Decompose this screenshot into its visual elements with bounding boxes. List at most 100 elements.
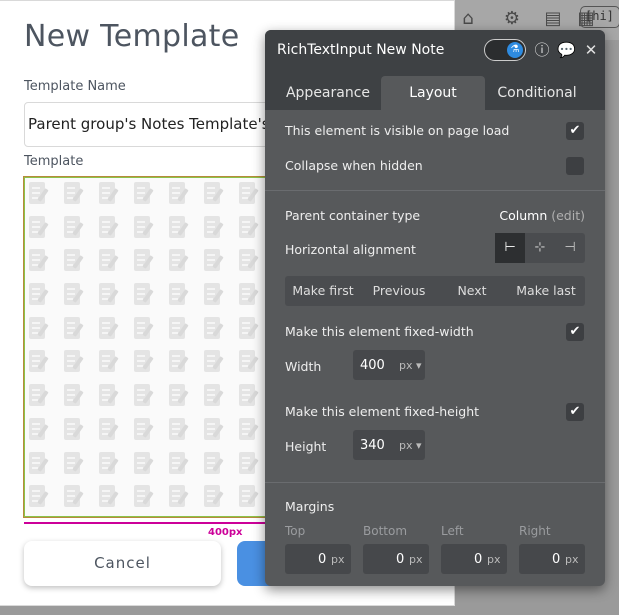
note-placeholder-icon — [204, 485, 228, 511]
parent-container-edit-link[interactable]: (edit) — [551, 208, 585, 223]
margin-top-input[interactable]: 0 px — [285, 544, 351, 574]
note-placeholder-icon — [29, 316, 53, 343]
parent-container-value: Column (edit) — [499, 208, 585, 223]
home-icon[interactable]: ⌂ — [457, 8, 479, 30]
note-placeholder-icon — [64, 350, 88, 376]
align-center-icon[interactable]: ⊹ — [525, 233, 555, 263]
note-placeholder-icon — [169, 316, 193, 343]
note-placeholder-icon — [169, 451, 193, 478]
collapse-when-hidden-checkbox[interactable] — [566, 157, 584, 175]
note-placeholder-icon — [64, 384, 88, 410]
note-placeholder-icon — [99, 485, 123, 511]
note-placeholder-icon — [169, 417, 193, 444]
note-placeholder-icon — [204, 451, 228, 478]
height-unit-select[interactable]: px ▾ — [399, 439, 422, 452]
note-placeholder-icon — [134, 350, 158, 376]
note-placeholder-icon — [64, 215, 88, 242]
note-placeholder-icon — [169, 283, 193, 309]
margin-bottom-unit: px — [409, 553, 423, 566]
note-placeholder-icon — [64, 451, 88, 478]
margin-bottom-input[interactable]: 0 px — [363, 544, 429, 574]
cancel-button[interactable]: Cancel — [24, 541, 221, 586]
flask-icon: ⚗ — [507, 42, 523, 58]
make-last-button[interactable]: Make last — [507, 276, 585, 306]
previous-button[interactable]: Previous — [361, 276, 437, 306]
visible-on-load-checkbox[interactable]: ✔ — [566, 122, 584, 140]
note-placeholder-icon — [134, 182, 158, 208]
note-placeholder-icon — [64, 485, 88, 511]
element-order-bar: Make first Previous Next Make last — [285, 276, 585, 306]
fixed-width-label: Make this element fixed-width — [285, 324, 474, 339]
hint-badge: [hi] — [580, 6, 619, 28]
note-placeholder-icon — [64, 417, 88, 444]
margin-right-input[interactable]: 0 px — [519, 544, 585, 574]
note-placeholder-icon — [169, 182, 193, 208]
align-right-icon[interactable]: ⊣ — [555, 233, 585, 263]
width-input[interactable]: 400 px ▾ — [353, 350, 425, 380]
note-placeholder-icon — [239, 215, 263, 242]
fixed-height-label: Make this element fixed-height — [285, 404, 480, 419]
document-icon[interactable]: ▤ — [542, 8, 564, 30]
height-label: Height — [285, 439, 327, 454]
make-first-button[interactable]: Make first — [285, 276, 361, 306]
rich-text-input-placeholder[interactable] — [23, 176, 277, 518]
note-placeholder-icon — [134, 215, 158, 242]
note-placeholder-icon — [99, 182, 123, 208]
next-button[interactable]: Next — [437, 276, 507, 306]
note-placeholder-icon — [99, 316, 123, 343]
parent-container-label: Parent container type — [285, 208, 421, 223]
gear-icon[interactable]: ⚙ — [501, 8, 523, 30]
debug-toggle[interactable]: ⚗ — [484, 39, 526, 61]
note-placeholder-icon — [204, 182, 228, 208]
note-placeholder-icon — [204, 283, 228, 309]
note-placeholder-icon — [99, 350, 123, 376]
note-placeholder-icon — [204, 215, 228, 242]
margins-label: Margins — [285, 499, 335, 514]
note-placeholder-icon — [64, 316, 88, 343]
tab-layout[interactable]: Layout — [381, 76, 485, 110]
info-icon[interactable]: ⓘ — [533, 41, 551, 59]
note-placeholder-icon — [99, 451, 123, 478]
section-divider — [265, 482, 605, 483]
tab-appearance[interactable]: Appearance — [273, 76, 383, 110]
margin-left-label: Left — [441, 524, 464, 538]
note-placeholder-icon — [29, 451, 53, 478]
fixed-height-checkbox[interactable]: ✔ — [566, 403, 584, 421]
note-placeholder-icon — [204, 384, 228, 410]
width-label: Width — [285, 359, 322, 374]
note-placeholder-icon — [239, 182, 263, 208]
margin-left-unit: px — [487, 553, 501, 566]
collapse-when-hidden-label: Collapse when hidden — [285, 158, 423, 173]
template-name-label: Template Name — [24, 79, 126, 94]
placeholder-pattern — [29, 182, 275, 516]
note-placeholder-icon — [29, 485, 53, 511]
note-placeholder-icon — [29, 249, 53, 275]
note-placeholder-icon — [239, 485, 263, 511]
fixed-width-checkbox[interactable]: ✔ — [566, 323, 584, 341]
height-input[interactable]: 340 px ▾ — [353, 430, 425, 460]
tab-conditional[interactable]: Conditional — [485, 76, 589, 110]
note-placeholder-icon — [134, 451, 158, 478]
note-placeholder-icon — [239, 249, 263, 275]
note-placeholder-icon — [134, 485, 158, 511]
note-placeholder-icon — [239, 350, 263, 376]
margin-top-label: Top — [285, 524, 306, 538]
note-placeholder-icon — [99, 249, 123, 275]
comment-icon[interactable]: 💬 — [557, 41, 576, 59]
align-left-icon[interactable]: ⊢ — [495, 233, 525, 263]
note-placeholder-icon — [239, 451, 263, 478]
close-icon[interactable]: ✕ — [582, 41, 600, 59]
popup-title: New Template — [24, 19, 240, 54]
margin-bottom-value: 0 — [396, 552, 405, 567]
note-placeholder-icon — [29, 384, 53, 410]
note-placeholder-icon — [169, 485, 193, 511]
margin-left-input[interactable]: 0 px — [441, 544, 507, 574]
width-unit-select[interactable]: px ▾ — [399, 359, 422, 372]
note-placeholder-icon — [99, 215, 123, 242]
section-divider — [265, 190, 605, 191]
panel-header[interactable]: RichTextInput New Note ⚗ ⓘ 💬 ✕ — [265, 30, 605, 70]
note-placeholder-icon — [99, 283, 123, 309]
panel-title: RichTextInput New Note — [277, 42, 445, 58]
note-placeholder-icon — [64, 283, 88, 309]
margin-right-unit: px — [565, 553, 579, 566]
